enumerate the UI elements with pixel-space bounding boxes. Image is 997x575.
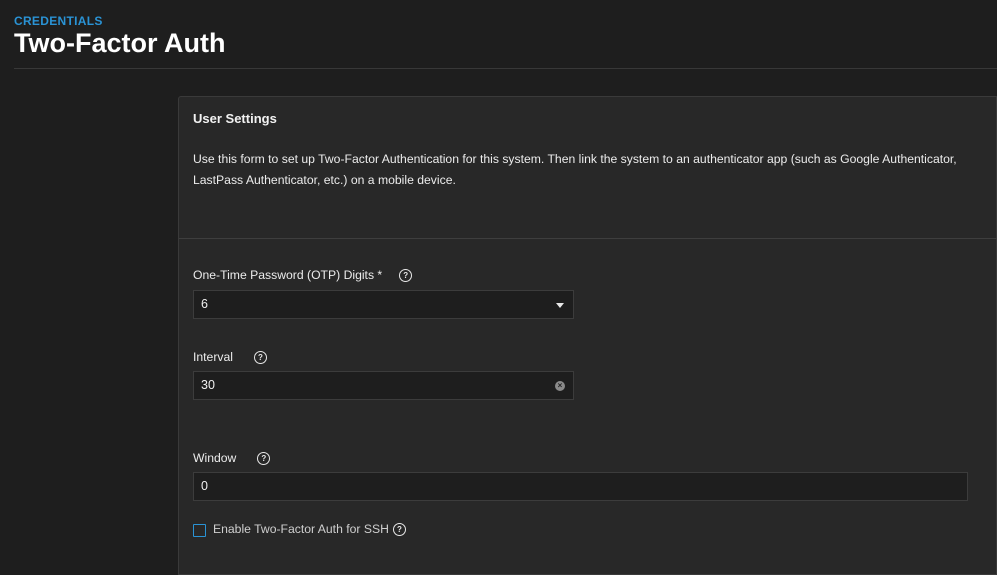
interval-value: 30: [201, 378, 215, 392]
interval-label-row: Interval ?: [193, 350, 267, 364]
user-settings-card: User Settings Use this form to set up Tw…: [178, 96, 997, 575]
window-value: 0: [201, 479, 208, 493]
ssh-2fa-label-row: Enable Two-Factor Auth for SSH ?: [213, 522, 406, 536]
card-description: Use this form to set up Two-Factor Authe…: [193, 152, 957, 187]
page-title: Two-Factor Auth: [14, 28, 226, 58]
breadcrumb[interactable]: CREDENTIALS: [14, 14, 103, 28]
otp-digits-select[interactable]: 6: [193, 290, 574, 319]
ssh-2fa-checkbox[interactable]: [193, 524, 206, 537]
window-help-icon[interactable]: ?: [257, 451, 271, 465]
window-label-row: Window ?: [193, 451, 271, 465]
otp-digits-label: One-Time Password (OTP) Digits *: [193, 268, 383, 282]
interval-help-icon[interactable]: ?: [253, 350, 267, 364]
page-header: CREDENTIALS Two-Factor Auth: [0, 0, 997, 70]
ssh-2fa-help-icon[interactable]: ?: [392, 522, 406, 536]
header-divider: [14, 68, 997, 69]
chevron-down-icon[interactable]: [556, 303, 564, 308]
card-title: User Settings: [193, 111, 277, 126]
interval-label: Interval: [193, 350, 233, 364]
card-divider: [179, 238, 997, 239]
window-input[interactable]: 0: [193, 472, 968, 501]
window-label: Window: [193, 451, 237, 465]
interval-input[interactable]: 30 ×: [193, 371, 574, 400]
otp-digits-help-icon[interactable]: ?: [399, 268, 413, 282]
otp-digits-value: 6: [201, 297, 208, 311]
clear-icon[interactable]: ×: [555, 381, 565, 391]
otp-digits-label-row: One-Time Password (OTP) Digits * ?: [193, 268, 413, 282]
ssh-2fa-label[interactable]: Enable Two-Factor Auth for SSH: [213, 522, 389, 536]
